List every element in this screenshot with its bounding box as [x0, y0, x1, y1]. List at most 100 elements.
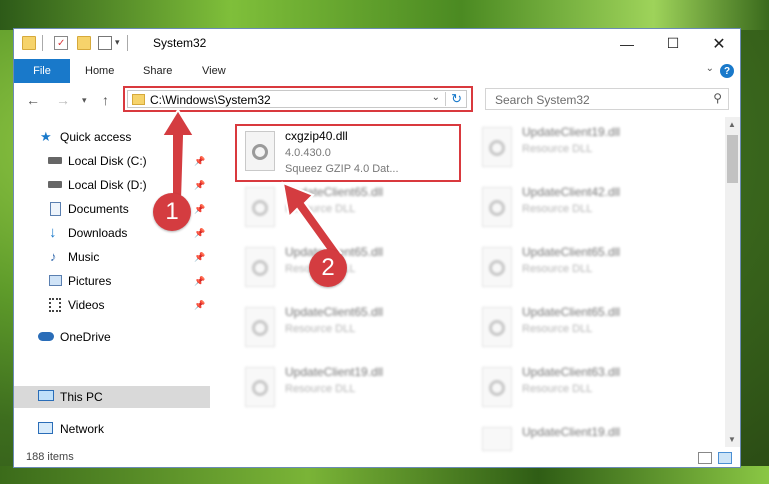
pin-icon[interactable]: 📌 [194, 228, 205, 239]
sidebar-item-this-pc[interactable]: This PC [14, 386, 210, 408]
pin-icon[interactable]: 📌 [194, 276, 205, 287]
chevron-down-icon[interactable]: ▾ [115, 37, 120, 48]
file-type: Resource DLL [522, 323, 593, 335]
forward-arrow-icon[interactable]: → [56, 92, 70, 108]
address-bar-highlight: C:\Windows\System32 ⌄ ↻ [123, 86, 473, 112]
gear-icon [489, 380, 505, 396]
file-item[interactable]: UpdateClient19.dll Resource DLL [237, 361, 457, 419]
ribbon-tabs: File Home Share View ⌄ ? [14, 59, 740, 83]
callout-badge-2: 2 [309, 249, 347, 287]
sidebar-item-quick-access[interactable]: ★ Quick access [14, 126, 210, 148]
desktop-background-bottom [0, 466, 769, 484]
dll-file-icon [245, 247, 275, 287]
videos-icon [49, 298, 61, 312]
file-item[interactable]: UpdateClient65.dll Resource DLL [237, 241, 457, 299]
pin-icon[interactable]: 📌 [194, 204, 205, 215]
address-path[interactable]: C:\Windows\System32 [150, 93, 271, 107]
dll-file-icon [482, 187, 512, 227]
sidebar-item-pictures[interactable]: Pictures 📌 [14, 270, 210, 292]
status-bar: 188 items [14, 447, 740, 467]
sidebar-item-label: Local Disk (C:) [68, 154, 147, 168]
minimize-button[interactable]: — [604, 29, 650, 58]
pin-icon[interactable]: 📌 [194, 180, 205, 191]
title-bar[interactable]: ✓ ▾ System32 — ☐ ✕ [14, 29, 740, 59]
scroll-up-arrow-icon[interactable]: ▲ [728, 120, 736, 129]
gear-icon [489, 260, 505, 276]
close-button[interactable]: ✕ [696, 29, 740, 58]
details-view-icon[interactable] [698, 452, 712, 464]
file-item[interactable]: UpdateClient65.dll Resource DLL [237, 181, 457, 239]
maximize-button[interactable]: ☐ [650, 29, 696, 58]
dll-file-icon [482, 307, 512, 347]
file-type: Resource DLL [285, 203, 356, 215]
file-name: UpdateClient65.dll [522, 245, 621, 259]
vertical-scrollbar[interactable]: ▲ ▼ [725, 117, 740, 447]
file-item[interactable]: UpdateClient19.dll Resource DLL [474, 121, 694, 179]
scrollbar-thumb[interactable] [727, 135, 738, 183]
properties-icon[interactable]: ✓ [54, 36, 68, 50]
large-icons-view-icon[interactable] [718, 452, 732, 464]
dll-file-icon [245, 187, 275, 227]
sidebar-item-onedrive[interactable]: OneDrive [14, 326, 210, 348]
search-input[interactable]: Search System32 ⚲ [485, 88, 729, 110]
sidebar-item-local-disk-c[interactable]: Local Disk (C:) 📌 [14, 150, 210, 172]
tab-view[interactable]: View [202, 59, 226, 83]
star-icon: ★ [40, 129, 52, 144]
expand-ribbon-icon[interactable]: ⌄ [706, 63, 714, 74]
callout-badge-1: 1 [153, 193, 191, 231]
file-name: UpdateClient19.dll [522, 125, 621, 139]
new-folder-icon[interactable] [77, 36, 91, 50]
tab-home[interactable]: Home [85, 59, 114, 83]
pin-icon[interactable]: 📌 [194, 300, 205, 311]
file-item[interactable]: UpdateClient65.dll Resource DLL [474, 241, 694, 299]
recent-locations-chevron-icon[interactable]: ▾ [82, 95, 87, 106]
address-bar[interactable]: C:\Windows\System32 ⌄ ↻ [127, 90, 467, 108]
help-icon[interactable]: ? [720, 64, 734, 78]
pin-icon[interactable]: 📌 [194, 252, 205, 263]
file-item[interactable]: UpdateClient19.dll [474, 421, 694, 451]
file-name: UpdateClient65.dll [285, 185, 384, 199]
pin-icon[interactable]: 📌 [194, 156, 205, 167]
file-name: UpdateClient63.dll [522, 365, 621, 379]
file-item[interactable]: UpdateClient63.dll Resource DLL [474, 361, 694, 419]
navigation-bar: ← → ▾ ↑ C:\Windows\System32 ⌄ ↻ Search S… [14, 83, 740, 117]
file-item[interactable]: UpdateClient65.dll Resource DLL [237, 301, 457, 359]
tab-share[interactable]: Share [143, 59, 172, 83]
customize-toolbar-icon[interactable] [98, 36, 112, 50]
back-arrow-icon[interactable]: ← [26, 92, 40, 108]
scroll-down-arrow-icon[interactable]: ▼ [728, 435, 736, 444]
gear-icon [489, 200, 505, 216]
divider [445, 92, 446, 106]
gear-icon [489, 140, 505, 156]
refresh-icon[interactable]: ↻ [451, 91, 462, 107]
search-placeholder: Search System32 [495, 93, 590, 107]
sidebar-item-videos[interactable]: Videos 📌 [14, 294, 210, 316]
search-icon[interactable]: ⚲ [713, 91, 722, 105]
file-name: UpdateClient65.dll [522, 305, 621, 319]
network-icon [38, 422, 53, 434]
file-name: UpdateClient42.dll [522, 185, 621, 199]
file-name: UpdateClient19.dll [285, 365, 384, 379]
sidebar-item-label: Downloads [68, 226, 128, 240]
file-item[interactable]: UpdateClient42.dll Resource DLL [474, 181, 694, 239]
sidebar-item-music[interactable]: ♪ Music 📌 [14, 246, 210, 268]
file-type: Resource DLL [522, 143, 593, 155]
up-arrow-icon[interactable]: ↑ [102, 92, 109, 108]
download-icon: ↓ [49, 224, 57, 241]
sidebar-item-label: OneDrive [60, 330, 111, 344]
cloud-icon [38, 332, 54, 341]
file-item[interactable]: UpdateClient65.dll Resource DLL [474, 301, 694, 359]
dll-file-icon [482, 367, 512, 407]
file-type: Resource DLL [285, 383, 356, 395]
sidebar-item-network[interactable]: Network [14, 418, 210, 440]
tab-file[interactable]: File [14, 59, 70, 83]
sidebar-item-label: Documents [68, 202, 129, 216]
folder-icon [132, 94, 145, 105]
sidebar-item-label: This PC [60, 390, 103, 404]
sidebar-item-local-disk-d[interactable]: Local Disk (D:) 📌 [14, 174, 210, 196]
divider [42, 35, 43, 51]
chevron-down-icon[interactable]: ⌄ [432, 92, 440, 103]
sidebar-item-label: Music [68, 250, 100, 264]
gear-icon [252, 380, 268, 396]
file-type: Resource DLL [285, 323, 356, 335]
